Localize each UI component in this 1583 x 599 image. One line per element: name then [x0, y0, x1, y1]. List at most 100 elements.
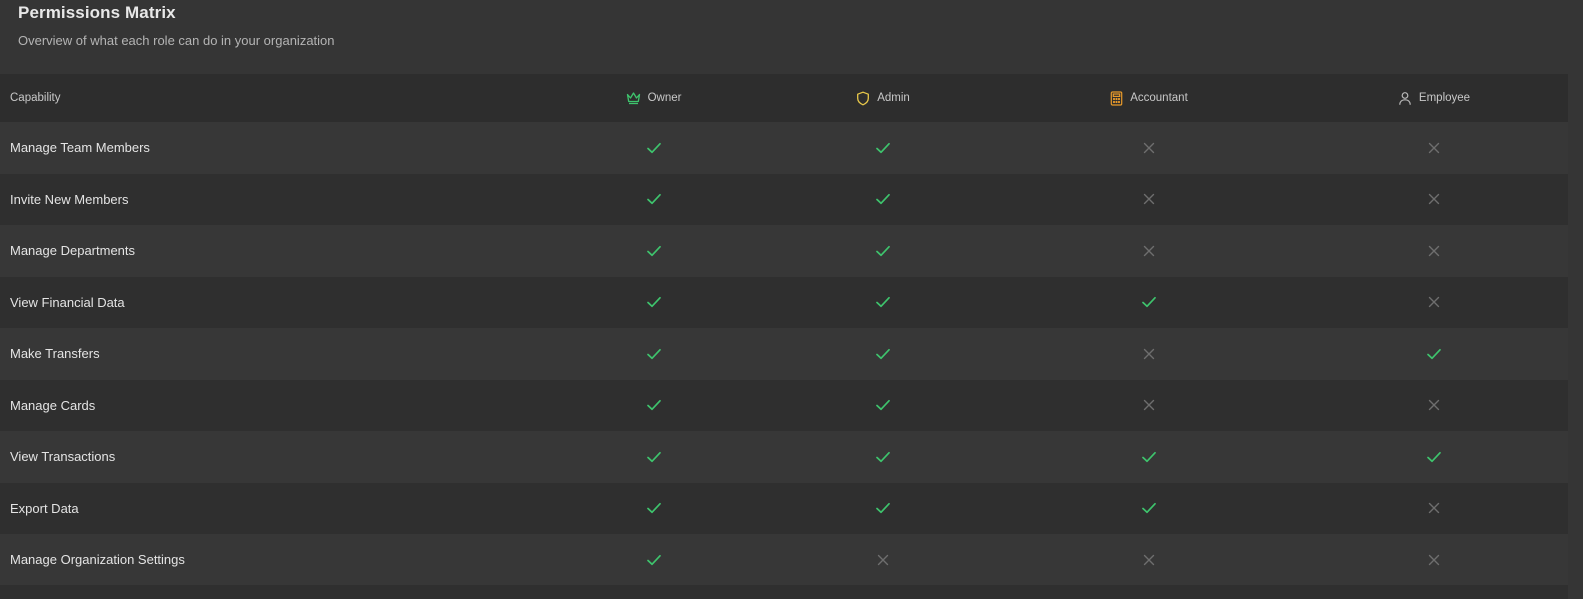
permission-cell-admin [768, 192, 998, 206]
permission-cell-admin [768, 244, 998, 258]
permission-cell-accountant [998, 193, 1300, 205]
permission-cell-admin [768, 501, 998, 515]
capability-label: Export Data [10, 500, 79, 516]
check-icon [1141, 295, 1157, 309]
permission-cell-employee [1300, 502, 1568, 514]
table-row: Make Transfers [0, 328, 1568, 380]
cross-icon [1143, 142, 1155, 154]
permission-cell-owner [539, 553, 768, 567]
role-header-employee: Employee [1300, 91, 1568, 106]
calculator-icon [1110, 90, 1123, 106]
permission-cell-accountant [998, 399, 1300, 411]
check-icon [1141, 501, 1157, 515]
permission-cell-accountant [998, 348, 1300, 360]
check-icon [646, 141, 662, 155]
role-header-admin: Admin [768, 91, 998, 106]
role-label-employee: Employee [1418, 92, 1471, 104]
user-icon [1398, 91, 1412, 106]
permission-cell-employee [1300, 347, 1568, 361]
role-label-owner: Owner [647, 92, 682, 104]
permission-cell-owner [539, 295, 768, 309]
permission-cell-owner [539, 398, 768, 412]
role-header-owner: Owner [539, 91, 768, 105]
check-icon [646, 192, 662, 206]
permission-cell-employee [1300, 142, 1568, 154]
capability-label: Manage Team Members [10, 140, 150, 156]
cross-icon [1428, 502, 1440, 514]
check-icon [875, 141, 891, 155]
permission-cell-admin [768, 450, 998, 464]
check-icon [875, 295, 891, 309]
table-row: Manage Cards [0, 379, 1568, 431]
permission-cell-employee [1300, 399, 1568, 411]
permissions-page: Permissions Matrix Overview of what each… [0, 0, 1583, 599]
permission-cell-owner [539, 347, 768, 361]
permission-cell-employee [1300, 450, 1568, 464]
cross-icon [1428, 245, 1440, 257]
capability-label: View Transactions [10, 449, 116, 465]
check-icon [646, 295, 662, 309]
permission-cell-employee [1300, 296, 1568, 308]
permission-cell-admin [768, 295, 998, 309]
permission-cell-owner [539, 192, 768, 206]
check-icon [646, 450, 662, 464]
page-title: Permissions Matrix [18, 3, 176, 22]
check-icon [646, 398, 662, 412]
permission-cell-owner [539, 244, 768, 258]
check-icon [875, 347, 891, 361]
cross-icon [1143, 399, 1155, 411]
cross-icon [1428, 554, 1440, 566]
capability-label: Manage Departments [10, 243, 136, 259]
capability-label: View Financial Data [10, 294, 125, 310]
permission-cell-owner [539, 450, 768, 464]
cross-icon [1143, 348, 1155, 360]
capability-label: Make Transfers [10, 346, 100, 362]
check-icon [646, 501, 662, 515]
cross-icon [1143, 245, 1155, 257]
table-body: Manage Team Members Invite New Members Man… [0, 122, 1568, 586]
check-icon [875, 501, 891, 515]
capability-label: Invite New Members [10, 191, 129, 207]
check-icon [875, 192, 891, 206]
capability-label: Manage Cards [10, 397, 96, 413]
table-row: View Transactions [0, 431, 1568, 483]
check-icon [646, 244, 662, 258]
table-row: View Financial Data [0, 276, 1568, 328]
check-icon [1426, 450, 1442, 464]
permission-cell-employee [1300, 193, 1568, 205]
cross-icon [1428, 193, 1440, 205]
role-header-accountant: Accountant [998, 90, 1300, 106]
permissions-table: Capability Owner Admin Accountant Employ… [0, 74, 1568, 586]
check-icon [1426, 347, 1442, 361]
permission-cell-admin [768, 141, 998, 155]
check-icon [1141, 450, 1157, 464]
permission-cell-accountant [998, 501, 1300, 515]
check-icon [875, 244, 891, 258]
permission-cell-accountant [998, 245, 1300, 257]
table-row: Invite New Members [0, 173, 1568, 225]
table-row: Manage Organization Settings [0, 534, 1568, 586]
permission-cell-employee [1300, 245, 1568, 257]
cross-icon [1143, 554, 1155, 566]
permission-cell-accountant [998, 450, 1300, 464]
check-icon [875, 398, 891, 412]
cross-icon [1428, 296, 1440, 308]
cross-icon [1428, 142, 1440, 154]
shield-icon [856, 91, 870, 106]
permission-cell-accountant [998, 295, 1300, 309]
table-header-row: Capability Owner Admin Accountant Employ… [0, 74, 1568, 122]
crown-icon [626, 91, 641, 105]
cross-icon [1428, 399, 1440, 411]
permission-cell-owner [539, 501, 768, 515]
capability-column-header: Capability [10, 92, 61, 104]
check-icon [875, 450, 891, 464]
check-icon [646, 347, 662, 361]
permission-cell-admin [768, 347, 998, 361]
permission-cell-owner [539, 141, 768, 155]
check-icon [646, 553, 662, 567]
permission-cell-admin [768, 398, 998, 412]
cross-icon [877, 554, 889, 566]
page-header: Permissions Matrix Overview of what each… [0, 0, 1583, 74]
permission-cell-admin [768, 554, 998, 566]
table-row: Manage Departments [0, 225, 1568, 277]
